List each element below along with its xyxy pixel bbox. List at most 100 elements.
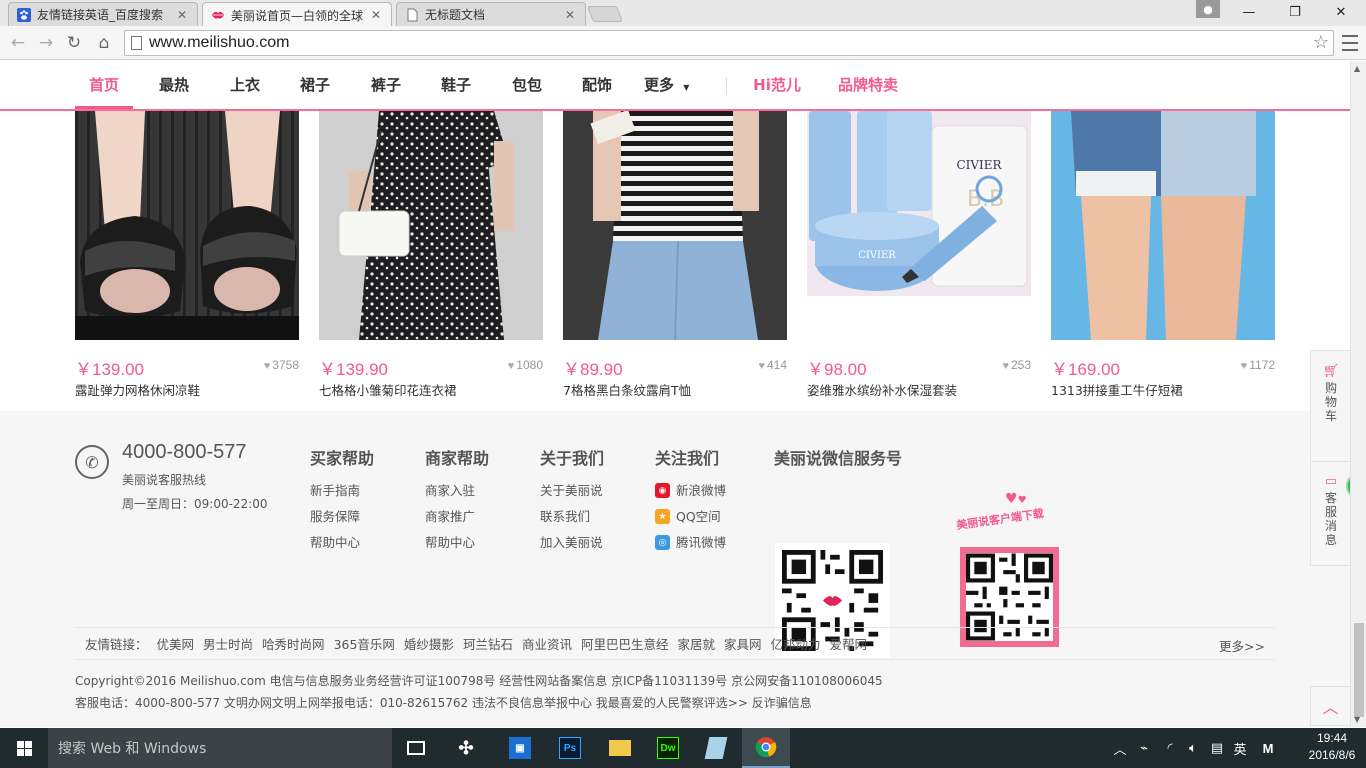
footer-link[interactable]: 加入美丽说 — [540, 533, 604, 559]
power-tray-icon[interactable]: ⌁ — [1132, 728, 1156, 768]
new-tab-button[interactable] — [587, 6, 623, 22]
page-scrollbar[interactable]: ▲ ▼ — [1350, 61, 1366, 727]
footer-link[interactable]: 联系我们 — [540, 507, 604, 533]
ime-mode-icon[interactable]: M — [1256, 728, 1280, 768]
restore-icon[interactable]: ❐ — [1272, 0, 1318, 24]
url-input[interactable]: www.meilishuo.com ☆ — [124, 30, 1334, 56]
scroll-up-icon[interactable]: ▲ — [1354, 64, 1360, 73]
close-tab-icon[interactable]: ✕ — [563, 8, 577, 22]
social-link-qzone[interactable]: ★ QQ空间 — [655, 507, 726, 533]
product-title[interactable]: 露趾弹力网格休闲凉鞋 — [75, 380, 200, 399]
footer-link[interactable]: 帮助中心 — [425, 533, 489, 559]
product-likes[interactable]: ♥ 3758 — [264, 358, 299, 372]
friend-link[interactable]: 优美网 — [157, 634, 195, 653]
footer-link[interactable]: 新手指南 — [310, 481, 374, 507]
taskbar-search-input[interactable]: 搜索 Web 和 Windows — [48, 728, 392, 768]
browser-tab-meilishuo[interactable]: 美丽说首页—白领的全球 ✕ — [202, 2, 392, 27]
social-link-weibo[interactable]: ◉ 新浪微博 — [655, 481, 726, 507]
friend-link[interactable]: 男士时尚 — [203, 634, 253, 653]
heart-icon: ♥ — [1240, 360, 1248, 372]
footer-link[interactable]: 商家入驻 — [425, 481, 489, 507]
product-title[interactable]: 七格格小雏菊印花连衣裙 — [319, 380, 457, 399]
product-image-dress[interactable] — [319, 111, 543, 340]
product-likes[interactable]: ♥ 253 — [1002, 358, 1031, 372]
footer-link[interactable]: 关于美丽说 — [540, 481, 604, 507]
more-links-link[interactable]: 更多>> — [1219, 636, 1265, 655]
home-icon[interactable]: ⌂ — [92, 31, 116, 55]
wifi-icon[interactable]: ◜ — [1158, 728, 1182, 768]
back-arrow-icon[interactable]: ← — [6, 31, 30, 55]
user-profile-icon[interactable]: ● — [1196, 0, 1220, 18]
minimize-icon[interactable]: — — [1226, 0, 1272, 24]
product-image-sandals[interactable] — [75, 111, 299, 340]
scroll-down-icon[interactable]: ▼ — [1354, 715, 1360, 724]
footer-link[interactable]: 服务保障 — [310, 507, 374, 533]
taskbar-app-store[interactable]: ▣ — [496, 728, 544, 768]
friend-link[interactable]: 365音乐网 — [334, 634, 395, 653]
product-image-striped-tee[interactable] — [563, 111, 787, 340]
task-view-button[interactable] — [392, 728, 440, 768]
footer-link[interactable]: 商家推广 — [425, 507, 489, 533]
taskbar-app-notepad[interactable] — [692, 728, 740, 768]
chat-bubble-icon: ▭ — [1324, 474, 1338, 489]
nav-item-more[interactable]: 更多 ▼ — [644, 61, 704, 109]
social-link-tencent-weibo[interactable]: ◎ 腾讯微博 — [655, 533, 726, 559]
customer-service-button[interactable]: ▭ 客服消息 — [1311, 474, 1350, 548]
nav-item-bags[interactable]: 包包 — [503, 61, 551, 109]
close-tab-icon[interactable]: ✕ — [369, 8, 383, 22]
nav-item-skirts[interactable]: 裙子 — [291, 61, 339, 109]
footer-link[interactable]: 帮助中心 — [310, 533, 374, 559]
menu-icon[interactable] — [1342, 33, 1358, 53]
friend-link[interactable]: 商业资讯 — [522, 634, 572, 653]
show-hidden-icons[interactable]: ︿ — [1110, 728, 1130, 768]
nav-item-tops[interactable]: 上衣 — [221, 61, 269, 109]
taskbar-app-dreamweaver[interactable]: Dw — [644, 728, 692, 768]
friend-link[interactable]: 家具网 — [724, 634, 762, 653]
forward-arrow-icon[interactable]: → — [34, 31, 58, 55]
close-tab-icon[interactable]: ✕ — [175, 8, 189, 22]
friend-link[interactable]: 亿邦动力 — [771, 634, 821, 653]
friend-link[interactable]: 婚纱摄影 — [404, 634, 454, 653]
product-image-denim-skirt[interactable] — [1051, 111, 1275, 340]
product-likes[interactable]: ♥ 1172 — [1241, 358, 1275, 372]
nav-item-brand-sale[interactable]: 品牌特卖 — [832, 61, 904, 109]
volume-icon[interactable]: 🔈︎ — [1182, 728, 1204, 768]
product-image-skincare[interactable]: CIVIER B.B CIVIER — [807, 111, 1031, 340]
product-title[interactable]: 7格格黑白条纹露肩T恤 — [563, 380, 691, 399]
friend-link[interactable]: 家居就 — [677, 634, 715, 653]
heart-icon: ♥ — [263, 360, 271, 372]
taskbar-app-photoshop[interactable]: Ps — [546, 728, 594, 768]
product-title[interactable]: 姿维雅水缤纷补水保湿套装 — [807, 380, 957, 399]
back-to-top-button[interactable]: ︿ — [1310, 686, 1350, 726]
svg-text:CIVIER: CIVIER — [858, 250, 896, 261]
nav-item-hi-style[interactable]: Hi范儿 — [746, 61, 808, 109]
taskbar-app-chrome[interactable] — [742, 728, 790, 768]
action-center-icon[interactable]: ▤ — [1206, 728, 1228, 768]
likes-count: 3758 — [272, 358, 299, 372]
friend-link[interactable]: 珂兰钻石 — [463, 634, 513, 653]
browser-tab-untitled[interactable]: 无标题文档 ✕ — [396, 2, 586, 26]
scrollbar-thumb[interactable] — [1354, 623, 1364, 717]
nav-item-pants[interactable]: 裤子 — [362, 61, 410, 109]
nav-item-home[interactable]: 首页 — [75, 61, 133, 109]
ime-language-indicator[interactable]: 英 — [1230, 728, 1250, 768]
friend-link[interactable]: 阿里巴巴生意经 — [581, 634, 669, 653]
product-likes[interactable]: ♥ 414 — [758, 358, 787, 372]
product-title[interactable]: 1313拼接重工牛仔短裙 — [1051, 380, 1183, 399]
taskbar-clock[interactable]: 19:44 2016/8/6 — [1298, 730, 1366, 764]
close-window-icon[interactable]: ✕ — [1318, 0, 1364, 24]
taskbar-app-pinwheel[interactable]: ✣ — [442, 728, 490, 768]
taskbar-app-file-explorer[interactable] — [596, 728, 644, 768]
hearts-decoration: ♥♥ — [1005, 491, 1027, 507]
reload-icon[interactable]: ↻ — [62, 31, 86, 55]
friend-link[interactable]: 哈秀时尚网 — [262, 634, 325, 653]
nav-item-accessories[interactable]: 配饰 — [573, 61, 621, 109]
bookmark-star-icon[interactable]: ☆ — [1313, 32, 1329, 53]
product-likes[interactable]: ♥ 1080 — [508, 358, 543, 372]
nav-item-hot[interactable]: 最热 — [150, 61, 198, 109]
start-button[interactable] — [0, 728, 48, 768]
browser-tab-baidu[interactable]: 友情链接英语_百度搜索 ✕ — [8, 2, 198, 26]
friend-link[interactable]: 爱帮网 — [830, 634, 868, 653]
cart-button[interactable]: 🛒︎ 购物车 — [1311, 365, 1350, 424]
nav-item-shoes[interactable]: 鞋子 — [432, 61, 480, 109]
